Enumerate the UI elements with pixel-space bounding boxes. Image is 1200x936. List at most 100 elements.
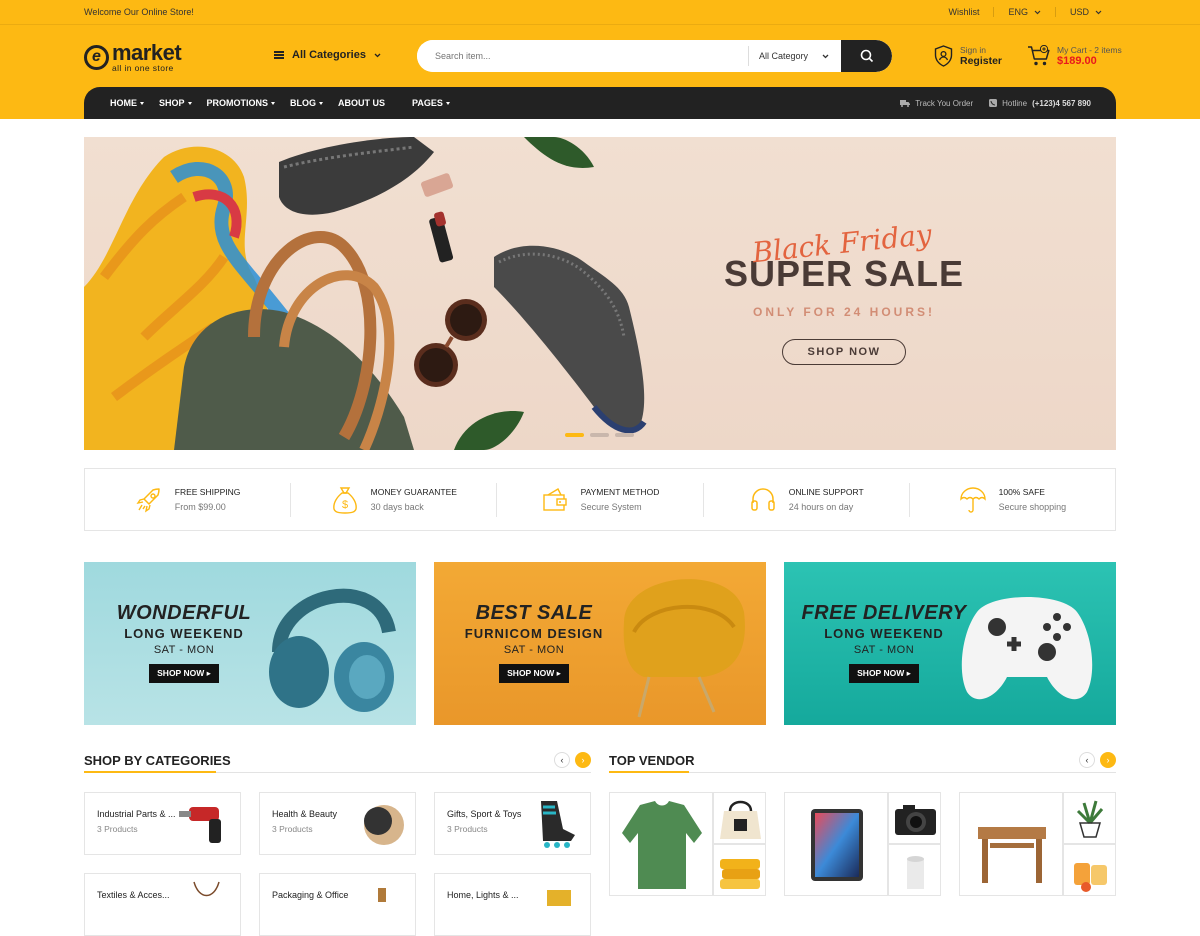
lamp-image	[547, 890, 571, 906]
categories-section-divider	[84, 771, 591, 773]
currency-select[interactable]: USD	[1054, 7, 1116, 17]
category-name: Health & Beauty	[272, 809, 338, 819]
account-link[interactable]: Sign in Register	[934, 45, 1002, 67]
welcome-text: Welcome Our Online Store!	[84, 7, 194, 17]
hero-shop-now-button[interactable]: SHOP NOW	[781, 339, 907, 365]
nav-about-us[interactable]: ABOUT US	[338, 98, 385, 108]
main-header: e market all in one store All Categories…	[0, 25, 1200, 87]
promo-button-label: SHOP NOW	[157, 668, 205, 678]
feature-money-guarantee: $ MONEY GUARANTEE 30 days back	[290, 482, 496, 517]
categories-carousel-arrows: ‹ ›	[554, 752, 591, 768]
category-name: Textiles & Acces...	[97, 890, 170, 900]
nav-blog[interactable]: BLOG	[290, 98, 324, 108]
promo-banner-chair[interactable]: BEST SALE FURNICOM DESIGN SAT - MON SHOP…	[434, 562, 766, 725]
powder-compact-image	[364, 805, 404, 845]
handbag-image	[720, 800, 761, 839]
promo-line2: LONG WEEKEND	[824, 626, 944, 641]
vendor-section-title: TOP VENDOR	[609, 753, 695, 768]
feature-title: 100% SAFE	[998, 487, 1045, 497]
feature-title: FREE SHIPPING	[174, 487, 241, 497]
vendor-product-thumb[interactable]	[1063, 844, 1116, 896]
feature-safe: 100% SAFE Secure shopping	[908, 482, 1115, 517]
promo-banner-controller[interactable]: FREE DELIVERY LONG WEEKEND SAT - MON SHO…	[784, 562, 1116, 725]
feature-free-shipping: FREE SHIPPING From $99.00	[85, 483, 290, 517]
track-order-link[interactable]: Track You Order	[900, 99, 973, 108]
vendor-product-thumb[interactable]	[713, 792, 766, 844]
vendor-product-thumb[interactable]	[888, 792, 941, 844]
vendor-product-main[interactable]	[609, 792, 713, 896]
chevron-left-icon[interactable]: ‹	[1079, 752, 1095, 768]
cart-link[interactable]: My Cart - 2 items $189.00	[1027, 45, 1122, 67]
nav-home[interactable]: HOME	[110, 98, 144, 108]
promo-button-label: SHOP NOW	[857, 668, 905, 678]
site-logo[interactable]: e market all in one store	[84, 40, 182, 73]
nav-shop[interactable]: SHOP	[159, 98, 192, 108]
vendor-product-main[interactable]	[784, 792, 888, 896]
category-card[interactable]: Industrial Parts & ... 3 Products	[84, 792, 241, 855]
money-bag-icon: $	[332, 486, 357, 514]
slider-dot-3[interactable]	[615, 433, 634, 437]
search-button[interactable]	[841, 40, 892, 72]
rocket-icon	[136, 487, 160, 513]
category-card[interactable]: Packaging & Office	[259, 873, 416, 936]
vendor-product-thumb[interactable]	[888, 844, 941, 896]
hotline-number: (+123)4 567 890	[1032, 98, 1091, 108]
nav-pages[interactable]: PAGES	[412, 98, 450, 108]
search-input[interactable]	[417, 40, 748, 72]
top-bar: Welcome Our Online Store! Wishlist ENG U…	[0, 0, 1200, 25]
nav-label: PAGES	[412, 98, 443, 108]
hotline-label: Hotline	[1002, 98, 1028, 108]
promo-line3: SAT - MON	[153, 644, 215, 656]
service-features: FREE SHIPPING From $99.00 $ MONEY GUARAN…	[84, 468, 1116, 531]
promo-shop-now-button[interactable]: SHOP NOW ▸	[149, 664, 219, 683]
chevron-down-icon	[1034, 10, 1041, 14]
currency-value: USD	[1069, 7, 1089, 17]
cart-icon	[1028, 45, 1050, 66]
feature-subtitle: From $99.00	[174, 502, 226, 512]
hero-product-image	[84, 137, 647, 450]
necklace-image	[193, 881, 220, 897]
promo-shop-now-button[interactable]: SHOP NOW ▸	[849, 664, 919, 683]
wishlist-link[interactable]: Wishlist	[934, 7, 993, 17]
slider-dot-1[interactable]	[565, 433, 584, 437]
promo-banner-headphones[interactable]: WONDERFUL LONG WEEKEND SAT - MON SHOP NO…	[84, 562, 416, 725]
promo-button-label: SHOP NOW	[507, 668, 555, 678]
nav-label: SHOP	[159, 98, 185, 108]
nav-right: Track You Order Hotline (+123)4 567 890	[900, 87, 1091, 119]
feature-subtitle: 30 days back	[370, 502, 424, 512]
signin-label: Sign in	[960, 45, 986, 55]
promo-shop-now-button[interactable]: SHOP NOW ▸	[499, 664, 569, 683]
hero-slider: Black Friday SUPER SALE ONLY FOR 24 HOUR…	[84, 137, 1116, 450]
category-card[interactable]: Textiles & Acces...	[84, 873, 241, 936]
main-nav: HOME SHOP PROMOTIONS BLOG ABOUT US PAGES…	[84, 87, 1116, 119]
search-bar: All Category	[417, 40, 892, 72]
logo-word: market	[112, 40, 182, 65]
caret-down-icon	[319, 101, 324, 105]
impact-wrench-image	[179, 807, 221, 843]
feature-subtitle: Secure System	[580, 502, 642, 512]
slider-dot-2[interactable]	[590, 433, 609, 437]
vendor-product-thumb[interactable]	[1063, 792, 1116, 844]
nav-promotions[interactable]: PROMOTIONS	[207, 98, 276, 108]
vendor-product-main[interactable]	[959, 792, 1063, 896]
chevron-left-icon[interactable]: ‹	[554, 752, 570, 768]
all-categories-menu[interactable]: All Categories	[274, 49, 381, 61]
category-card[interactable]: Gifts, Sport & Toys 3 Products	[434, 792, 591, 855]
feature-subtitle: Secure shopping	[998, 502, 1067, 512]
plant-image	[1076, 800, 1104, 838]
vendor-product-thumb[interactable]	[713, 844, 766, 896]
chevron-right-icon[interactable]: ›	[1100, 752, 1116, 768]
language-select[interactable]: ENG	[993, 7, 1055, 17]
category-name: Industrial Parts & ...	[97, 809, 176, 819]
category-count: 3 Products	[97, 824, 138, 834]
category-name: Gifts, Sport & Toys	[447, 809, 522, 819]
caret-down-icon	[445, 101, 450, 105]
promo-line1: WONDERFUL	[116, 602, 252, 624]
chevron-right-icon[interactable]: ›	[575, 752, 591, 768]
nav-label: BLOG	[290, 98, 317, 108]
category-card[interactable]: Home, Lights & ...	[434, 873, 591, 936]
search-category-select[interactable]: All Category	[748, 46, 841, 66]
category-card[interactable]: Health & Beauty 3 Products	[259, 792, 416, 855]
caret-down-icon	[140, 101, 144, 105]
user-shield-icon	[934, 45, 953, 67]
